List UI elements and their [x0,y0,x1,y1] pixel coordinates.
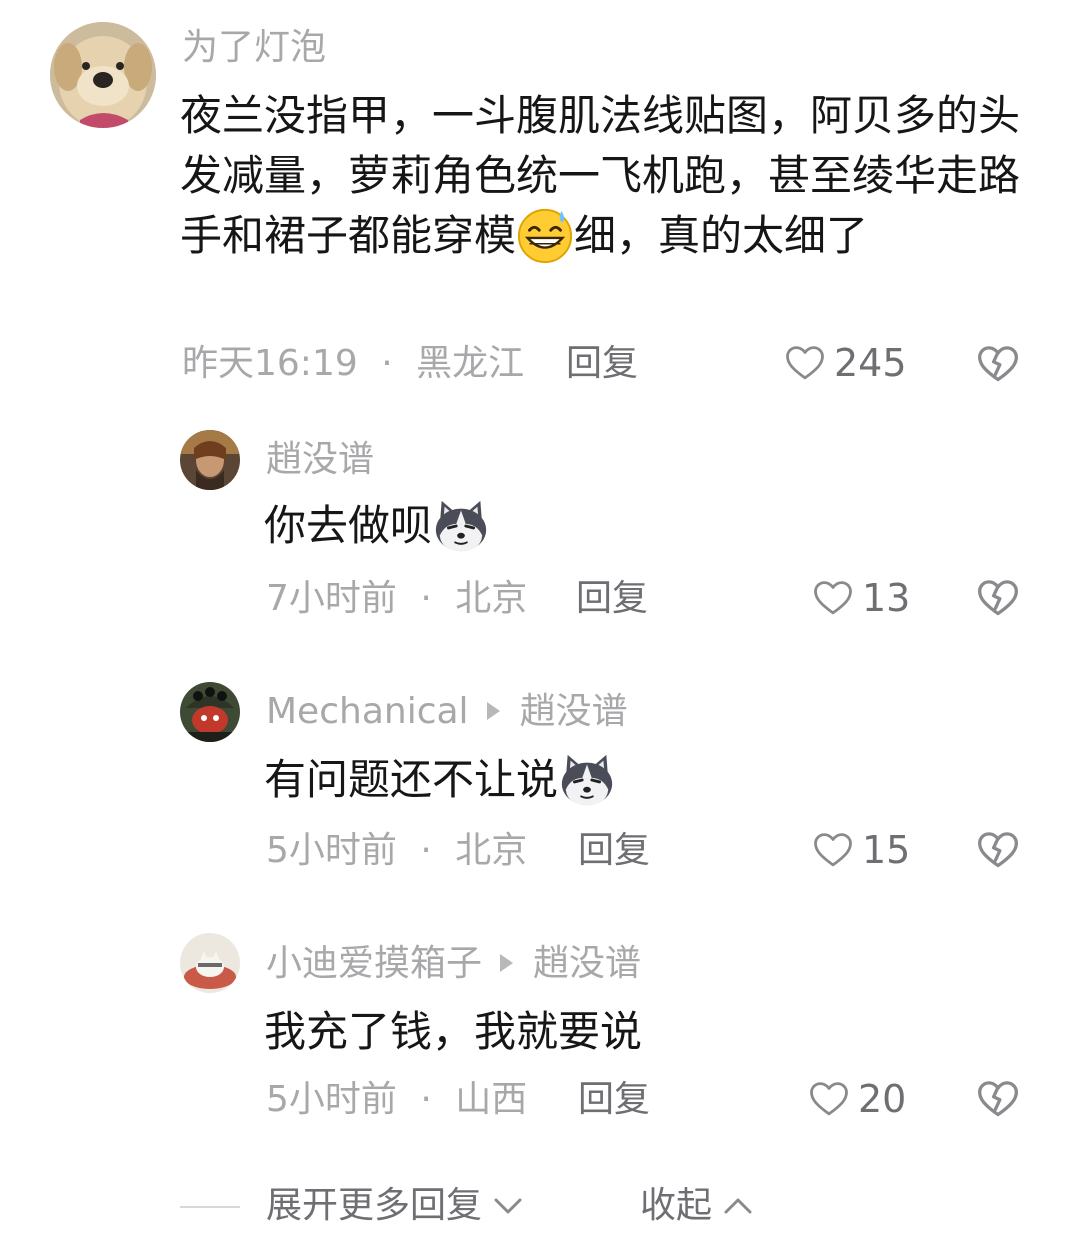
triangle-right-icon [500,954,514,972]
reply-to-author[interactable]: 趙没谱 [533,943,641,984]
collapse-button[interactable]: 收起 [640,1188,756,1224]
heart-outline-icon [812,829,854,871]
cat-avatar-image [180,933,240,993]
reply-author-line: Mechanical 趙没谱 [266,694,628,730]
reply-time: 5小时前 [266,830,397,871]
comment-text-part2: 细，真的太细了 [574,211,869,260]
reply-to-author[interactable]: 趙没谱 [520,691,628,732]
reply-button[interactable]: 回复 [578,833,650,869]
avatar[interactable] [50,22,156,128]
reply-text: 你去做呗 [264,496,490,561]
chevron-up-icon [724,1198,752,1214]
dislike-button[interactable] [976,342,1020,390]
broken-heart-icon [976,576,1020,620]
like-button[interactable]: 13 [812,577,910,619]
reply-button[interactable]: 回复 [566,346,638,382]
like-count: 15 [862,828,911,872]
like-count: 20 [858,1077,907,1121]
reply-location: 山西 [455,1079,528,1120]
soldier-avatar-image [180,682,240,742]
collapse-label: 收起 [640,1185,713,1226]
husky-dog-emoji [432,497,490,561]
husky-dog-emoji [558,751,616,815]
chevron-down-icon [494,1198,522,1214]
meta-separator: · [420,1079,432,1120]
heart-outline-icon [812,577,854,619]
meta-separator: · [420,830,432,871]
triangle-right-icon [486,702,500,720]
like-count: 245 [834,341,907,385]
reply-text-body: 有问题还不让说 [264,755,559,804]
reply-button[interactable]: 回复 [578,1082,650,1118]
reply-text: 我充了钱，我就要说 [264,1007,643,1056]
reply-author-line: 小迪爱摸箱子 趙没谱 [266,946,641,982]
reply-text: 有问题还不让说 [264,750,616,815]
reply-button[interactable]: 回复 [576,581,648,617]
avatar[interactable] [180,430,240,490]
avatar[interactable] [180,933,240,993]
comment-author[interactable]: 为了灯泡 [182,30,326,66]
reply-meta: 5小时前 · 山西 [266,1082,527,1118]
puppy-avatar-image [50,22,156,128]
grinning-sweat-emoji [516,207,574,271]
meta-separator: · [420,578,432,619]
reply-time: 7小时前 [266,578,397,619]
divider [180,1206,240,1208]
heart-outline-icon [808,1078,850,1120]
reply-text-body: 你去做呗 [264,501,433,550]
broken-heart-icon [976,828,1020,872]
comment-meta: 昨天16:19 · 黑龙江 [182,346,524,382]
comment-location: 黑龙江 [416,343,525,384]
dislike-button[interactable] [976,1077,1020,1125]
reply-meta: 7小时前 · 北京 [266,581,527,617]
like-count: 13 [862,576,911,620]
avatar[interactable] [180,682,240,742]
like-button[interactable]: 245 [784,342,907,384]
reply-time: 5小时前 [266,1079,397,1120]
expand-label: 展开更多回复 [266,1185,483,1226]
warrior-avatar-image [180,430,240,490]
reply-meta: 5小时前 · 北京 [266,833,527,869]
reply-author[interactable]: 小迪爱摸箱子 [266,943,482,984]
reply-author[interactable]: 趙没谱 [266,442,374,478]
dislike-button[interactable] [976,576,1020,624]
broken-heart-icon [976,1077,1020,1121]
meta-separator: · [381,343,393,384]
dislike-button[interactable] [976,828,1020,876]
reply-location: 北京 [455,830,528,871]
like-button[interactable]: 15 [812,829,910,871]
expand-more-replies-button[interactable]: 展开更多回复 [266,1188,526,1224]
heart-outline-icon [784,342,826,384]
reply-location: 北京 [455,578,528,619]
broken-heart-icon [976,342,1020,386]
comment-time: 昨天16:19 [182,343,358,384]
comment-text: 夜兰没指甲，一斗腹肌法线贴图，阿贝多的头发减量，萝莉角色统一飞机跑，甚至绫华走路… [180,86,1020,271]
reply-author[interactable]: Mechanical [266,691,469,732]
like-button[interactable]: 20 [808,1078,906,1120]
